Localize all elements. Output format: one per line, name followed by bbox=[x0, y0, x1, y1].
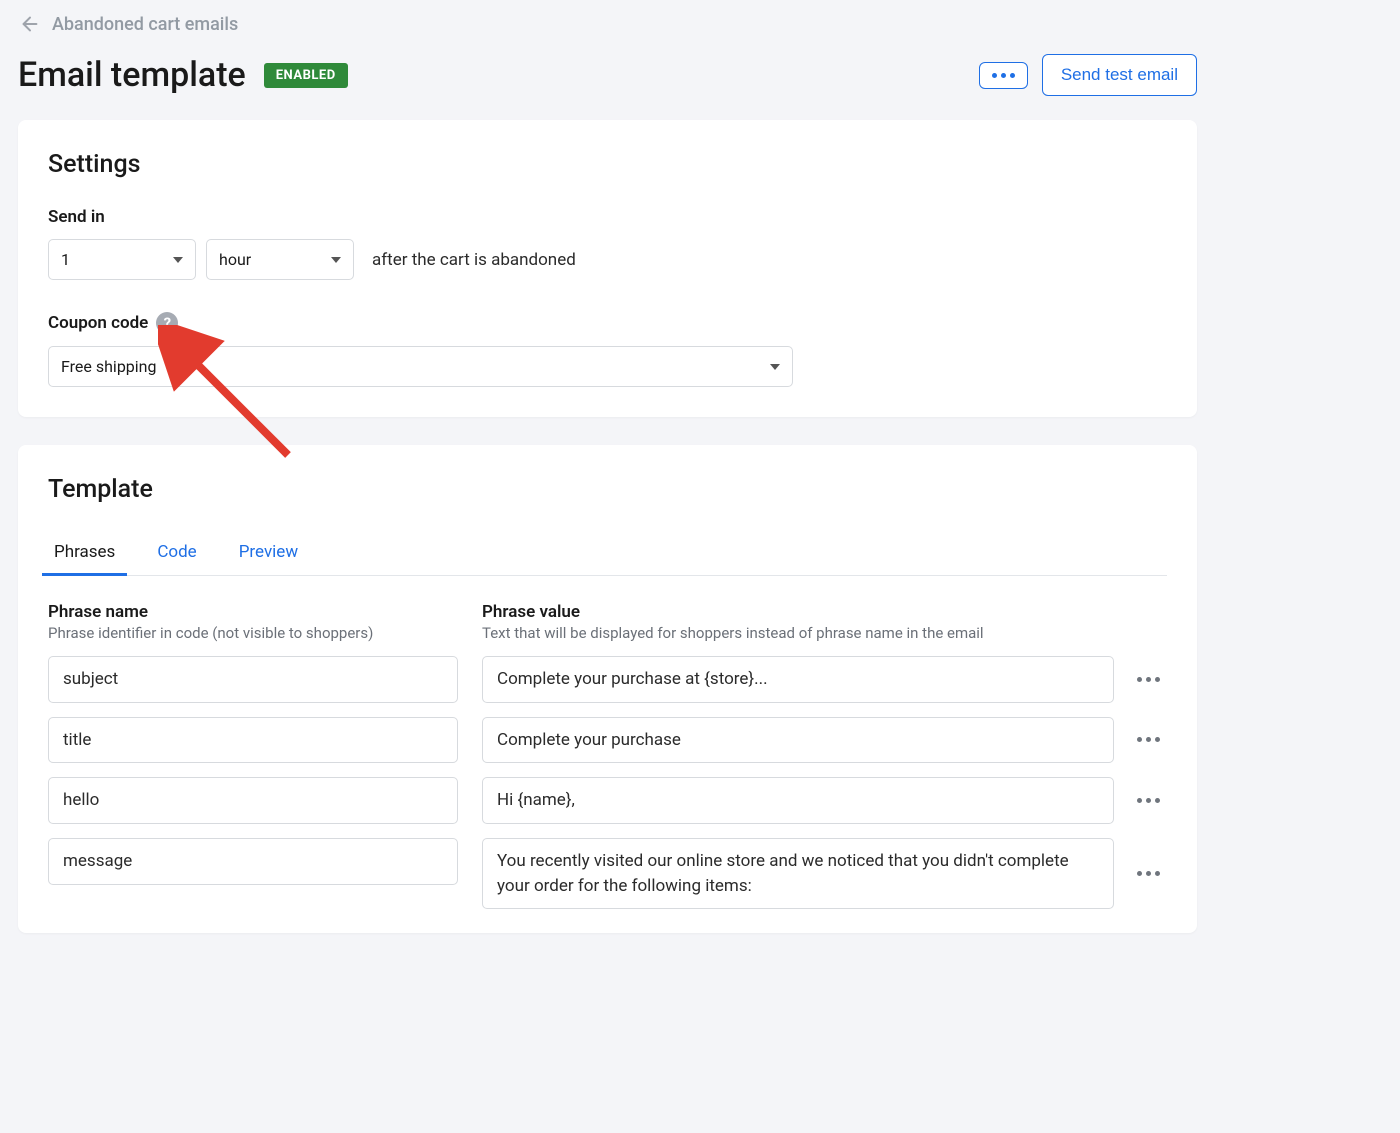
help-icon[interactable]: ? bbox=[156, 312, 178, 334]
phrase-name-input[interactable]: message bbox=[48, 838, 458, 885]
phrase-row: subject Complete your purchase at {store… bbox=[48, 656, 1167, 703]
back-arrow-icon[interactable] bbox=[18, 12, 42, 36]
template-card: Template Phrases Code Preview Phrase nam… bbox=[18, 445, 1197, 933]
send-in-unit-select[interactable]: hour bbox=[206, 239, 354, 280]
phrase-row: message You recently visited our online … bbox=[48, 838, 1167, 909]
send-test-email-button[interactable]: Send test email bbox=[1042, 54, 1197, 96]
phrase-name-input[interactable]: subject bbox=[48, 656, 458, 703]
send-in-row: 1 hour after the cart is abandoned bbox=[48, 239, 1167, 280]
breadcrumb-label[interactable]: Abandoned cart emails bbox=[52, 14, 238, 35]
breadcrumb: Abandoned cart emails bbox=[0, 0, 1215, 40]
status-badge: ENABLED bbox=[264, 63, 348, 88]
send-in-label: Send in bbox=[48, 207, 1167, 227]
phrase-row: title Complete your purchase bbox=[48, 717, 1167, 764]
send-in-value-text: 1 bbox=[61, 250, 70, 269]
phrase-name-input[interactable]: title bbox=[48, 717, 458, 764]
horizontal-dots-icon bbox=[992, 73, 1015, 78]
horizontal-dots-icon bbox=[1137, 871, 1160, 876]
phrase-value-input[interactable]: You recently visited our online store an… bbox=[482, 838, 1114, 909]
coupon-code-label: Coupon code ? bbox=[48, 312, 1167, 334]
more-actions-button[interactable] bbox=[979, 62, 1028, 89]
send-in-unit-text: hour bbox=[219, 250, 251, 269]
row-actions-button[interactable] bbox=[1130, 871, 1167, 876]
phrase-name-input[interactable]: hello bbox=[48, 777, 458, 824]
chevron-down-icon bbox=[770, 364, 780, 370]
header-left: Email template ENABLED bbox=[18, 55, 348, 95]
tab-phrases[interactable]: Phrases bbox=[48, 532, 121, 575]
phrase-value-header: Phrase value bbox=[482, 602, 1167, 622]
row-actions-button[interactable] bbox=[1130, 737, 1167, 742]
page-header: Email template ENABLED Send test email bbox=[0, 40, 1215, 120]
template-title: Template bbox=[48, 475, 1167, 504]
phrase-name-header: Phrase name bbox=[48, 602, 458, 622]
header-actions: Send test email bbox=[979, 54, 1197, 96]
row-actions-button[interactable] bbox=[1130, 798, 1167, 803]
send-in-value-select[interactable]: 1 bbox=[48, 239, 196, 280]
coupon-code-select[interactable]: Free shipping bbox=[48, 346, 793, 387]
after-cart-text: after the cart is abandoned bbox=[372, 250, 576, 270]
phrase-row: hello Hi {name}, bbox=[48, 777, 1167, 824]
horizontal-dots-icon bbox=[1137, 737, 1160, 742]
horizontal-dots-icon bbox=[1137, 798, 1160, 803]
phrase-table-header: Phrase name Phrase identifier in code (n… bbox=[48, 602, 1167, 642]
phrase-name-sub: Phrase identifier in code (not visible t… bbox=[48, 624, 458, 642]
phrase-value-input[interactable]: Complete your purchase at {store}... bbox=[482, 656, 1114, 703]
phrase-value-input[interactable]: Complete your purchase bbox=[482, 717, 1114, 764]
phrase-value-sub: Text that will be displayed for shoppers… bbox=[482, 624, 1167, 642]
coupon-code-value: Free shipping bbox=[61, 357, 157, 376]
chevron-down-icon bbox=[173, 257, 183, 263]
tab-preview[interactable]: Preview bbox=[233, 532, 304, 575]
horizontal-dots-icon bbox=[1137, 677, 1160, 682]
coupon-label-text: Coupon code bbox=[48, 313, 148, 333]
settings-card: Settings Send in 1 hour after the cart i… bbox=[18, 120, 1197, 417]
phrase-value-input[interactable]: Hi {name}, bbox=[482, 777, 1114, 824]
chevron-down-icon bbox=[331, 257, 341, 263]
row-actions-button[interactable] bbox=[1130, 677, 1167, 682]
tab-code[interactable]: Code bbox=[151, 532, 202, 575]
settings-title: Settings bbox=[48, 150, 1167, 179]
page-title: Email template bbox=[18, 55, 246, 95]
template-tabs: Phrases Code Preview bbox=[48, 532, 1167, 576]
